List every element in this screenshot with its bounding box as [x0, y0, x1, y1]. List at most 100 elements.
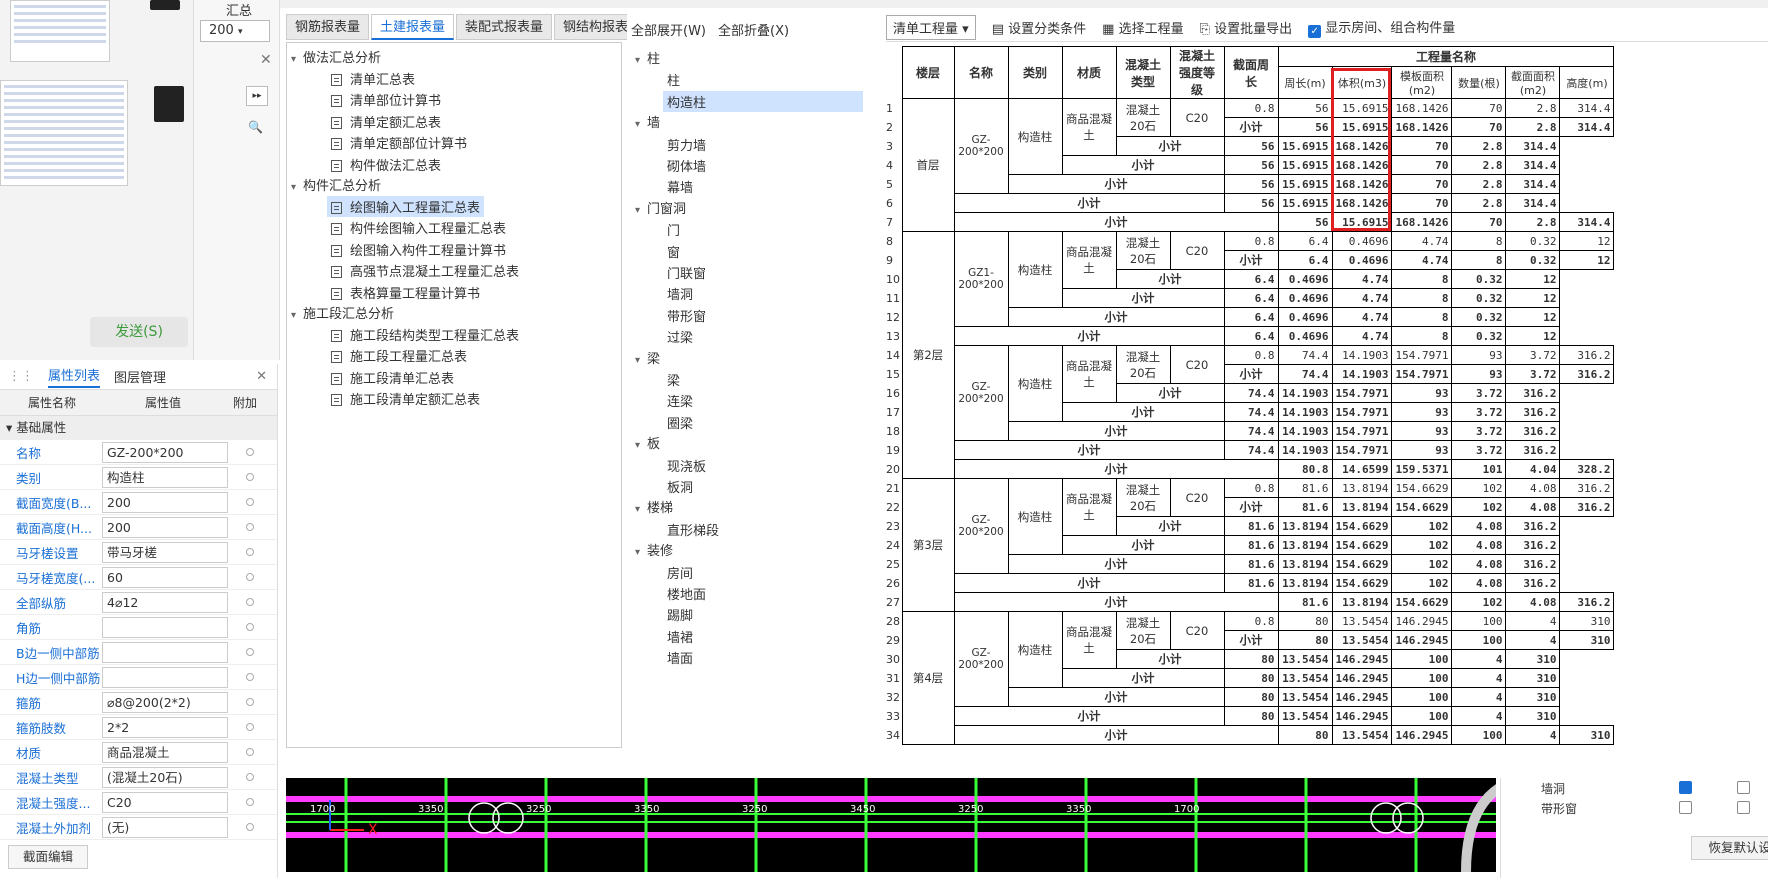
- extra-radio-icon[interactable]: [246, 648, 254, 656]
- prop-row[interactable]: 材质 商品混凝土: [0, 740, 277, 765]
- component-item[interactable]: 板洞: [663, 476, 697, 497]
- chevron-down-icon[interactable]: ▾: [635, 119, 647, 130]
- prop-row[interactable]: 马牙槎设置 带马牙槎: [0, 540, 277, 565]
- spec-combo[interactable]: 200 ▾: [200, 20, 270, 42]
- chevron-down-icon[interactable]: ▾: [635, 55, 647, 66]
- prop-value-input[interactable]: ⌀8@200(2*2): [102, 691, 228, 713]
- component-group[interactable]: ▾ 门窗洞: [635, 198, 686, 217]
- chevron-down-icon[interactable]: ▾: [635, 504, 647, 515]
- component-item[interactable]: 楼地面: [663, 583, 710, 604]
- tab-prefab-report[interactable]: 装配式报表量: [456, 14, 553, 40]
- component-item[interactable]: 现浇板: [663, 455, 710, 476]
- tab-rebar-report[interactable]: 钢筋报表量: [286, 14, 370, 40]
- prop-value-input[interactable]: [102, 616, 228, 638]
- component-item[interactable]: 圈梁: [663, 412, 697, 433]
- strip-window-checkbox[interactable]: [1679, 801, 1692, 814]
- tree-item[interactable]: 施工段清单定额汇总表: [327, 388, 484, 409]
- component-item[interactable]: 墙面: [663, 647, 697, 668]
- component-item[interactable]: 剪力墙: [663, 134, 710, 155]
- tree-group[interactable]: ▾ 施工段汇总分析: [291, 303, 394, 322]
- tree-item[interactable]: 清单汇总表: [327, 68, 419, 89]
- extra-radio-icon[interactable]: [246, 698, 254, 706]
- component-item[interactable]: 柱: [663, 69, 684, 90]
- tree-item[interactable]: 构件做法汇总表: [327, 154, 445, 175]
- wall-opening-checkbox[interactable]: [1679, 781, 1692, 794]
- tree-item[interactable]: 清单定额汇总表: [327, 111, 445, 132]
- component-group[interactable]: ▾ 板: [635, 433, 660, 452]
- prop-value-input[interactable]: 60: [102, 566, 228, 588]
- tree-item[interactable]: 清单定额部位计算书: [327, 132, 471, 153]
- tree-item[interactable]: 高强节点混凝土工程量汇总表: [327, 260, 523, 281]
- component-group[interactable]: ▾ 墙: [635, 112, 660, 131]
- send-button[interactable]: 发送(S): [90, 317, 188, 347]
- chevron-down-icon[interactable]: ▾: [635, 440, 647, 451]
- extra-radio-icon[interactable]: [246, 748, 254, 756]
- tree-group[interactable]: ▾ 构件汇总分析: [291, 175, 381, 194]
- extra-radio-icon[interactable]: [246, 673, 254, 681]
- extra-radio-icon[interactable]: [246, 523, 254, 531]
- chevron-down-icon[interactable]: ▾: [635, 355, 647, 366]
- extra-radio-icon[interactable]: [246, 798, 254, 806]
- component-item[interactable]: 窗: [663, 241, 684, 262]
- prop-row[interactable]: 混凝土类型 (混凝土20石): [0, 765, 277, 790]
- close-icon[interactable]: ✕: [256, 369, 267, 384]
- tree-item[interactable]: 施工段工程量汇总表: [327, 345, 471, 366]
- section-edit-button[interactable]: 截面编辑: [8, 845, 88, 869]
- tab-civil-report[interactable]: 土建报表量: [371, 14, 455, 40]
- extra-radio-icon[interactable]: [246, 623, 254, 631]
- tree-group[interactable]: ▾ 做法汇总分析: [291, 47, 381, 66]
- prop-value-input[interactable]: 200: [102, 516, 228, 538]
- prop-row[interactable]: H边一侧中部筋: [0, 665, 277, 690]
- extra-radio-icon[interactable]: [246, 823, 254, 831]
- search-icon[interactable]: 🔍: [248, 120, 263, 134]
- prop-row[interactable]: 类别 构造柱: [0, 465, 277, 490]
- component-item[interactable]: 房间: [663, 562, 697, 583]
- tab-properties[interactable]: 属性列表: [48, 365, 101, 388]
- component-item[interactable]: 踢脚: [663, 604, 697, 625]
- chevron-down-icon[interactable]: ▾: [291, 310, 303, 321]
- cad-canvas[interactable]: X 1700 3350 3250 3350 3250 3450 3250 3350 1700: [286, 778, 1496, 872]
- component-item[interactable]: 幕墙: [663, 176, 697, 197]
- component-item[interactable]: 连梁: [663, 390, 697, 411]
- prop-value-input[interactable]: [102, 641, 228, 663]
- tree-item[interactable]: 施工段结构类型工程量汇总表: [327, 324, 523, 345]
- prop-value-input[interactable]: 2*2: [102, 716, 228, 738]
- expand-all-button[interactable]: 全部展开(W): [631, 20, 706, 39]
- tree-item[interactable]: 表格算量工程量计算书: [327, 282, 484, 303]
- cad-drawing[interactable]: X 1700 3350 3250 3350 3250 3450 3250 3350 1700: [286, 778, 1496, 872]
- prop-row[interactable]: 混凝土外加剂 (无): [0, 815, 277, 840]
- select-quantity-button[interactable]: ▦ 选择工程量: [1102, 18, 1183, 37]
- tree-item[interactable]: 绘图输入工程量汇总表: [327, 196, 485, 217]
- prop-value-input[interactable]: C20: [102, 791, 228, 813]
- component-item[interactable]: 直形梯段: [663, 519, 723, 540]
- component-item[interactable]: 过梁: [663, 326, 697, 347]
- extra-radio-icon[interactable]: [246, 473, 254, 481]
- chevron-down-icon[interactable]: ▾: [291, 182, 303, 193]
- extra-radio-icon[interactable]: [246, 598, 254, 606]
- restore-default-button[interactable]: 恢复默认设置: [1691, 836, 1768, 860]
- prop-value-input[interactable]: 商品混凝土: [102, 741, 228, 763]
- component-item[interactable]: 门联窗: [663, 262, 710, 283]
- collapse-all-button[interactable]: 全部折叠(X): [718, 20, 789, 39]
- tree-item[interactable]: 清单部位计算书: [327, 89, 445, 110]
- prop-value-input[interactable]: [102, 666, 228, 688]
- component-item[interactable]: 带形窗: [663, 305, 710, 326]
- wall-opening-checkbox-2[interactable]: [1737, 781, 1750, 794]
- prop-value-input[interactable]: 构造柱: [102, 466, 228, 488]
- component-item[interactable]: 砌体墙: [663, 155, 710, 176]
- prop-row[interactable]: 截面高度(H... 200: [0, 515, 277, 540]
- extra-radio-icon[interactable]: [246, 573, 254, 581]
- extra-radio-icon[interactable]: [246, 548, 254, 556]
- prop-row[interactable]: 箍筋 ⌀8@200(2*2): [0, 690, 277, 715]
- extra-radio-icon[interactable]: [246, 448, 254, 456]
- prop-row[interactable]: 名称 GZ-200*200: [0, 440, 277, 465]
- prop-value-input[interactable]: 200: [102, 491, 228, 513]
- tab-layers[interactable]: 图层管理: [114, 367, 166, 386]
- prop-row[interactable]: 全部纵筋 4⌀12: [0, 590, 277, 615]
- prop-row[interactable]: 角筋: [0, 615, 277, 640]
- prop-row[interactable]: B边一侧中部筋: [0, 640, 277, 665]
- show-rooms-checkbox[interactable]: ✓ 显示房间、组合构件量: [1308, 17, 1455, 38]
- extra-radio-icon[interactable]: [246, 723, 254, 731]
- extra-radio-icon[interactable]: [246, 498, 254, 506]
- component-item[interactable]: 墙裙: [663, 626, 697, 647]
